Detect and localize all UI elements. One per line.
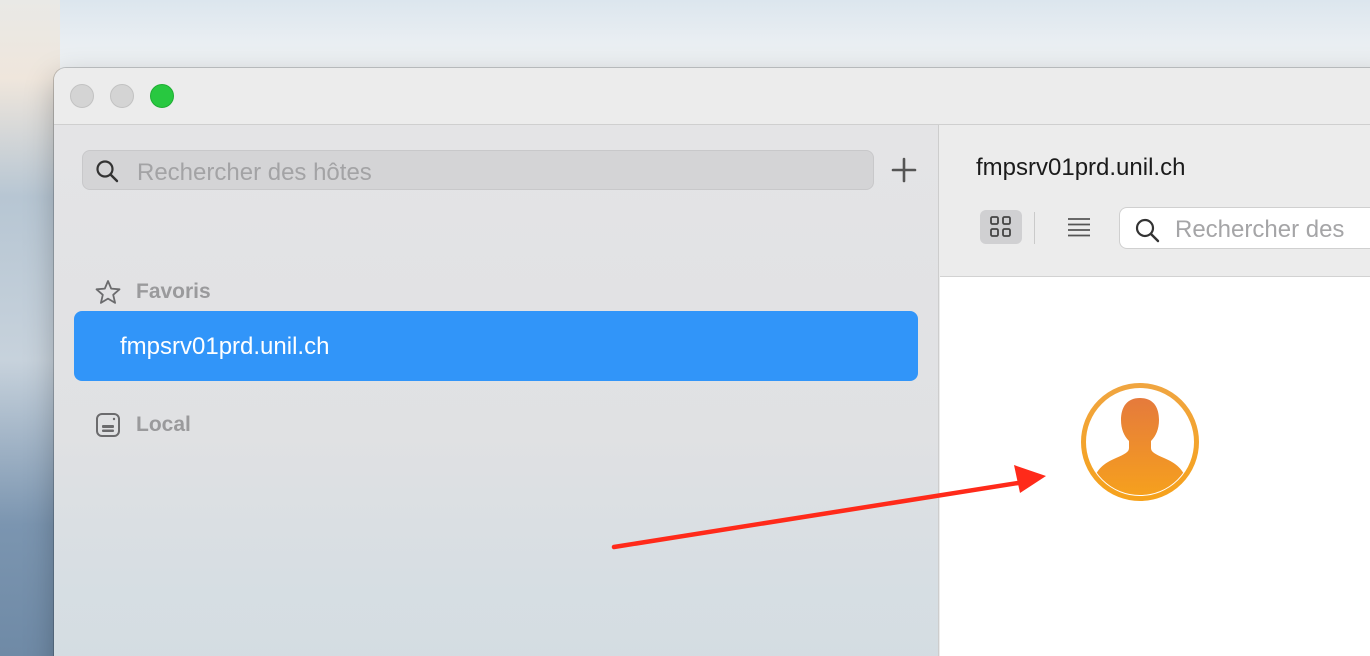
sidebar-item-host[interactable]: fmpsrv01prd.unil.ch [74, 311, 918, 381]
desktop-background-left [0, 0, 60, 656]
favorites-label: Favoris [136, 280, 211, 303]
view-divider [1034, 212, 1035, 244]
grid-view-icon [990, 216, 1011, 237]
maximize-button[interactable] [150, 84, 174, 108]
host-search-input[interactable]: Rechercher des hôtes [82, 150, 874, 190]
grid-view-button[interactable] [980, 210, 1022, 244]
content-pane: fmpsrv01prd.unil.ch Rechercher des [940, 125, 1370, 656]
search-icon [1135, 218, 1160, 243]
host-search-placeholder: Rechercher des hôtes [137, 159, 372, 186]
drive-icon [96, 413, 120, 437]
minimize-button[interactable] [110, 84, 134, 108]
list-view-icon[interactable] [1066, 215, 1092, 239]
close-button[interactable] [70, 84, 94, 108]
favorites-section-header: Favoris [94, 278, 211, 306]
star-icon [95, 280, 121, 304]
app-window: Rechercher des hôtes Favoris fmpsrv01prd… [54, 68, 1370, 656]
sidebar: Rechercher des hôtes Favoris fmpsrv01prd… [54, 125, 939, 656]
search-icon [96, 160, 119, 183]
content-header: fmpsrv01prd.unil.ch Rechercher des [940, 125, 1370, 277]
user-avatar-icon[interactable] [1080, 382, 1200, 502]
title-bar [54, 68, 1370, 125]
desktop-background-top [0, 0, 1370, 70]
plus-icon[interactable] [890, 156, 918, 184]
local-label: Local [136, 413, 191, 436]
host-item-label: fmpsrv01prd.unil.ch [120, 333, 330, 360]
content-search-input[interactable]: Rechercher des [1119, 207, 1370, 249]
page-title: fmpsrv01prd.unil.ch [976, 154, 1186, 181]
content-search-placeholder: Rechercher des [1175, 216, 1345, 243]
local-section-header[interactable]: Local [94, 411, 191, 439]
